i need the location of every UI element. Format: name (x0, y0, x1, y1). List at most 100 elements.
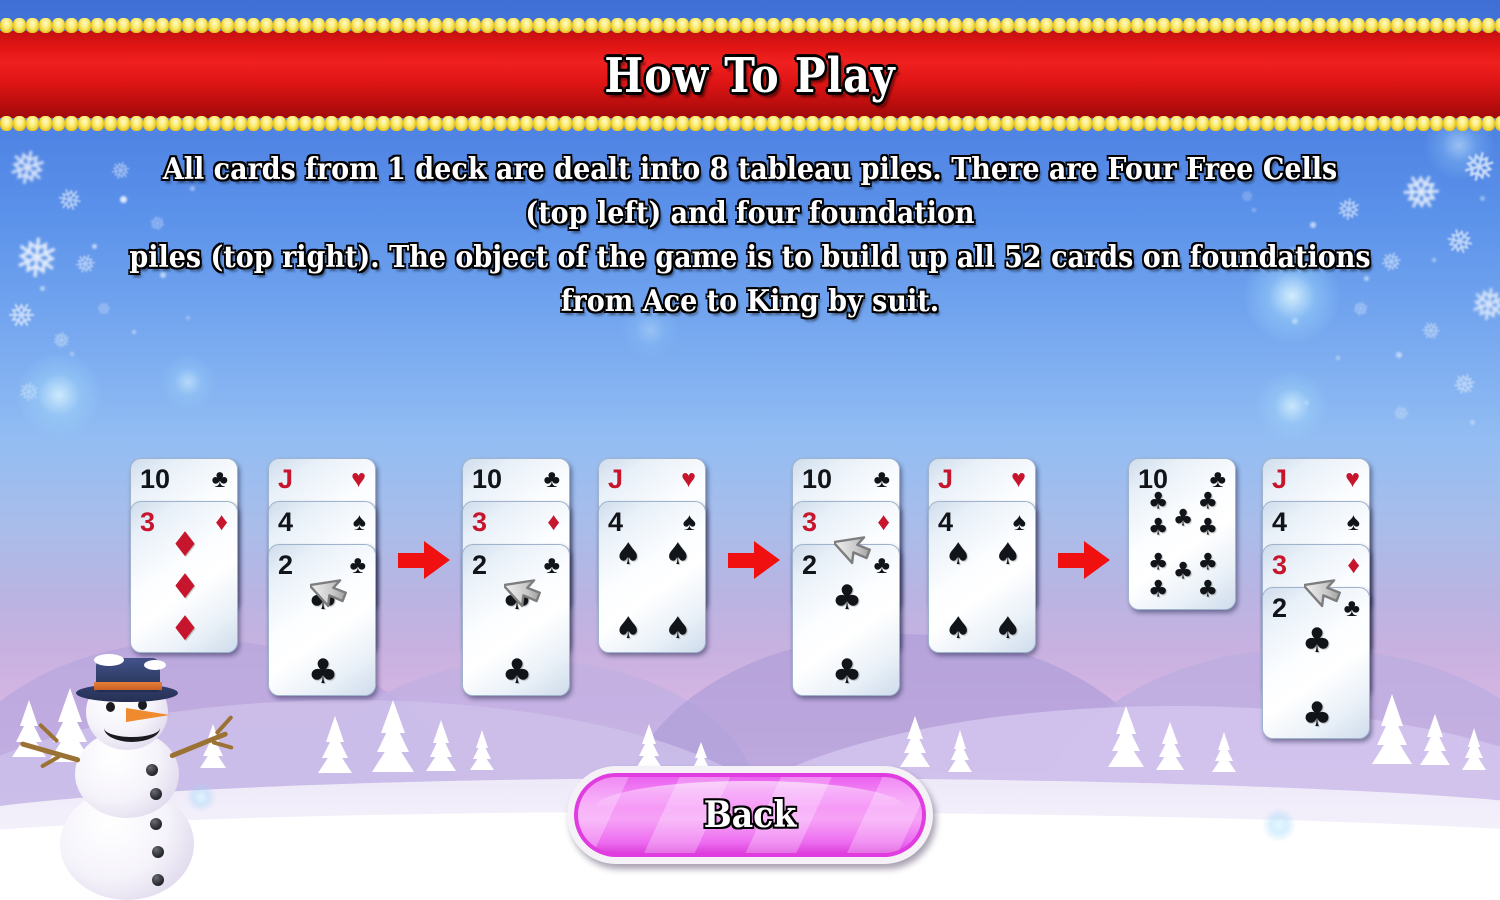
gold-bead (1235, 116, 1248, 131)
gold-bead (78, 116, 91, 131)
card-rank: J (608, 464, 624, 494)
card-rank: 2 (278, 550, 294, 580)
gold-bead (1352, 116, 1365, 131)
gold-bead (1443, 116, 1456, 131)
playing-card[interactable]: 4 ♠ ♠ ♠ ♠ ♠ (928, 501, 1036, 653)
back-button[interactable]: Back (567, 766, 933, 864)
gold-bead (1430, 116, 1443, 131)
gold-bead (481, 116, 494, 131)
gold-bead (897, 116, 910, 131)
card-pip-clubs: ♣ (501, 651, 533, 692)
gold-bead (1469, 18, 1482, 33)
snowflake-icon: ❅ (1466, 278, 1500, 333)
card-pip-clubs: ♣ (307, 651, 339, 692)
gold-bead (1326, 18, 1339, 33)
card-suit-spades-icon: ♠ (1346, 508, 1360, 536)
snowman-button (146, 764, 158, 776)
card-rank: 3 (140, 507, 156, 537)
gold-bead (1014, 116, 1027, 131)
playing-card[interactable]: 4 ♠ ♠ ♠ ♠ ♠ (598, 501, 706, 653)
gold-bead (1053, 18, 1066, 33)
gold-bead (1300, 116, 1313, 131)
light-glow (16, 352, 102, 438)
gold-bead (884, 116, 897, 131)
snow-speck (132, 330, 136, 334)
gold-bead (247, 18, 260, 33)
gold-bead (858, 18, 871, 33)
gold-bead (1170, 116, 1183, 131)
snow-speck (40, 286, 45, 291)
gold-bead (1027, 18, 1040, 33)
gold-bead (1144, 116, 1157, 131)
gold-bead (715, 116, 728, 131)
card-pips: ♣♣ (793, 577, 899, 695)
card-pip-spades: ♠ (944, 610, 972, 646)
gold-bead (676, 18, 689, 33)
gold-bead (1495, 116, 1500, 131)
gold-bead (819, 116, 832, 131)
step-arrow-icon (1058, 541, 1110, 579)
gold-bead (91, 18, 104, 33)
gold-bead (910, 18, 923, 33)
gold-bead (52, 116, 65, 131)
gold-bead (936, 116, 949, 131)
card-pip-spades: ♠ (664, 610, 692, 646)
gold-bead (1378, 116, 1391, 131)
gold-bead (338, 18, 351, 33)
gold-bead (1040, 18, 1053, 33)
back-button-face: Back (578, 777, 922, 853)
gold-bead (1339, 18, 1352, 33)
snowman-eye-left (106, 702, 115, 712)
pine-tree (948, 730, 972, 772)
gold-bead (1326, 116, 1339, 131)
gold-bead (767, 116, 780, 131)
snowman-decoration (19, 648, 235, 900)
snowman-hat-snow (94, 654, 124, 666)
gold-bead (1079, 18, 1092, 33)
gold-bead (1417, 116, 1430, 131)
card-pip-clubs: ♣ (831, 577, 863, 618)
gold-bead (507, 116, 520, 131)
gold-bead (1313, 18, 1326, 33)
mouse-pointer-icon (832, 525, 886, 577)
gold-bead (1014, 18, 1027, 33)
gold-bead (1144, 18, 1157, 33)
gold-bead (845, 116, 858, 131)
gold-bead (1248, 18, 1261, 33)
gold-bead (429, 116, 442, 131)
card-pip-clubs: ♣ (1147, 514, 1169, 541)
card-rank: 4 (608, 507, 624, 537)
gold-bead (312, 18, 325, 33)
gold-bead (988, 18, 1001, 33)
gold-bead (1118, 18, 1131, 33)
gold-bead (182, 18, 195, 33)
gold-bead (1430, 18, 1443, 33)
playing-card[interactable]: 10 ♣ ♣ ♣ ♣ ♣ ♣ ♣ ♣ ♣ ♣ ♣ (1128, 458, 1236, 610)
gold-bead (169, 116, 182, 131)
card-rank: J (1272, 464, 1288, 494)
gold-bead (624, 18, 637, 33)
gold-bead (793, 18, 806, 33)
pine-tree (1462, 728, 1486, 770)
gold-bead (117, 116, 130, 131)
gold-bead (611, 18, 624, 33)
gold-bead (299, 18, 312, 33)
snowflake-icon: ❅ (50, 326, 73, 355)
gold-bead (1313, 116, 1326, 131)
gold-bead (637, 18, 650, 33)
gold-bead (364, 18, 377, 33)
gold-bead (1417, 18, 1430, 33)
card-pip-spades: ♠ (994, 610, 1022, 646)
card-pip-clubs: ♣ (1301, 694, 1333, 735)
card-suit-diamonds-icon: ♦ (547, 508, 560, 536)
snowman-left-twig (39, 754, 61, 769)
playing-card[interactable]: 3 ♦ ♦ ♦ ♦ (130, 501, 238, 653)
gold-bead (273, 116, 286, 131)
step-arrow-icon (728, 541, 780, 579)
snowman-button (150, 788, 162, 800)
card-suit-hearts-icon: ♥ (1011, 465, 1026, 493)
gold-bead (52, 18, 65, 33)
gold-bead (1131, 18, 1144, 33)
gold-bead (260, 18, 273, 33)
gold-bead (403, 18, 416, 33)
